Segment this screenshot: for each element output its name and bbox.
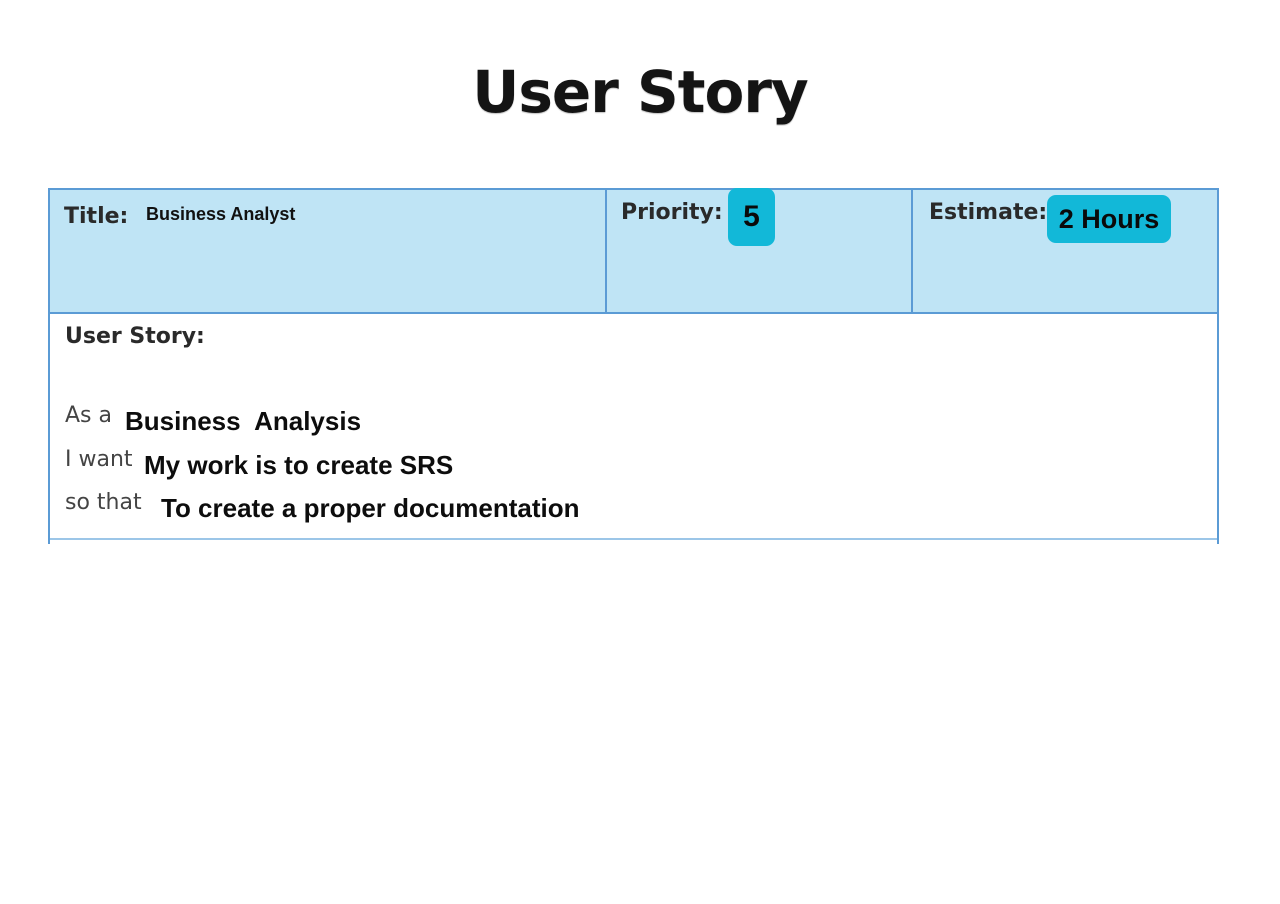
priority-label: Priority: [621,200,723,225]
priority-cell: Priority: 5 [607,188,913,312]
estimate-cell: Estimate: 2 Hours [913,190,1217,312]
title-value[interactable]: Business Analyst [146,204,295,225]
so-that-line: so that To create a proper documentation [50,488,1150,524]
story-section: User Story: As a Business Analysis I wan… [50,314,1217,540]
estimate-value[interactable]: 2 Hours [1047,195,1171,243]
title-cell: Title: Business Analyst [50,190,607,312]
user-story-card: Title: Business Analyst Priority: 5 Esti… [48,188,1219,544]
i-want-prefix: I want [65,447,133,472]
as-a-line: As a Business Analysis [50,400,1150,436]
story-heading: User Story: [65,324,205,349]
i-want-value[interactable]: My work is to create SRS [144,450,453,481]
as-a-prefix: As a [65,403,112,428]
priority-value[interactable]: 5 [728,188,775,246]
title-label: Title: [64,204,129,229]
bottom-divider [50,538,1217,540]
so-that-value[interactable]: To create a proper documentation [161,493,579,524]
header-row: Title: Business Analyst Priority: 5 Esti… [50,188,1217,314]
i-want-line: I want My work is to create SRS [50,444,1150,480]
page-title: User Story [472,58,809,126]
as-a-value[interactable]: Business Analysis [125,406,361,437]
so-that-prefix: so that [65,490,142,515]
estimate-label: Estimate: [929,200,1048,225]
